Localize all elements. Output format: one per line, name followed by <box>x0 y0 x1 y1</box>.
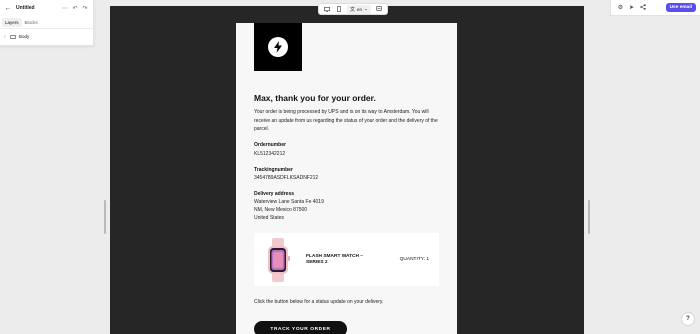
left-resize-handle[interactable] <box>104 200 106 234</box>
layer-item-label: Body <box>19 34 30 39</box>
mobile-preview-icon[interactable] <box>333 4 345 14</box>
arrow-left-icon[interactable]: ← <box>3 5 13 12</box>
layer-box-icon <box>10 34 16 39</box>
chevron-down-icon: ⌄ <box>364 6 368 11</box>
email-document: Max, thank you for your order. Your orde… <box>236 23 457 334</box>
comment-icon[interactable] <box>373 4 385 14</box>
tab-layers[interactable]: Layers <box>2 17 22 27</box>
smart-watch-icon <box>254 233 302 286</box>
lightning-bolt-icon <box>268 37 288 57</box>
actions-panel: ⚙ ➤ Use email <box>610 0 700 16</box>
brand-logo <box>254 23 302 71</box>
tab-blocks[interactable]: Blocks <box>22 18 41 27</box>
product-name: FLASH SMART WATCH – SERIES 2 <box>306 253 363 265</box>
send-icon[interactable]: ➤ <box>626 4 637 11</box>
tracking-number-label: Trackingnumber <box>254 167 293 173</box>
language-value: en <box>357 6 363 12</box>
delivery-address-label: Delivery address <box>254 191 295 197</box>
product-card: FLASH SMART WATCH – SERIES 2 QUANTITY: 1 <box>254 233 439 286</box>
redo-icon[interactable]: ↷ <box>80 5 90 12</box>
share-icon[interactable] <box>637 3 648 12</box>
layers-panel: ← Untitled ⋯ ↶ ↷ Layers Blocks › Body <box>0 0 94 46</box>
document-title[interactable]: Untitled <box>13 5 60 11</box>
address-line-3: United States <box>254 215 285 221</box>
order-number-label: Ordernumber <box>254 142 286 148</box>
help-button[interactable]: ? <box>681 312 695 326</box>
product-quantity: QUANTITY: 1 <box>399 257 429 262</box>
track-order-button[interactable]: TRACK YOUR ORDER <box>254 321 347 334</box>
address-line-2: NM, New Mexico 87500 <box>254 207 308 213</box>
desktop-preview-icon[interactable] <box>321 4 333 14</box>
email-intro: Your order is being processed by UPS and… <box>254 109 438 133</box>
panel-tabs: Layers Blocks <box>0 16 93 29</box>
preview-toolbar: 文 en ⌄ <box>318 3 388 15</box>
status-text: Click the button below for a status upda… <box>254 299 384 305</box>
language-select[interactable]: 文 en ⌄ <box>347 4 371 14</box>
document-header: ← Untitled ⋯ ↶ ↷ <box>0 0 93 16</box>
address-line-1: Waterview Lane Santa Fe 4019 <box>254 199 324 205</box>
language-icon: 文 <box>350 6 356 13</box>
use-email-button[interactable]: Use email <box>665 3 696 12</box>
order-number-value: KL512342212 <box>254 151 286 157</box>
undo-icon[interactable]: ↶ <box>70 5 80 12</box>
layer-item-body[interactable]: › Body <box>0 29 93 44</box>
settings-icon[interactable]: ⚙ <box>615 4 626 11</box>
email-headline: Max, thank you for your order. <box>254 93 376 103</box>
right-resize-handle[interactable] <box>588 200 590 234</box>
tracking-number-value: 3454789ASDFLKSADNF212 <box>254 175 319 181</box>
more-horizontal-icon[interactable]: ⋯ <box>60 5 70 12</box>
